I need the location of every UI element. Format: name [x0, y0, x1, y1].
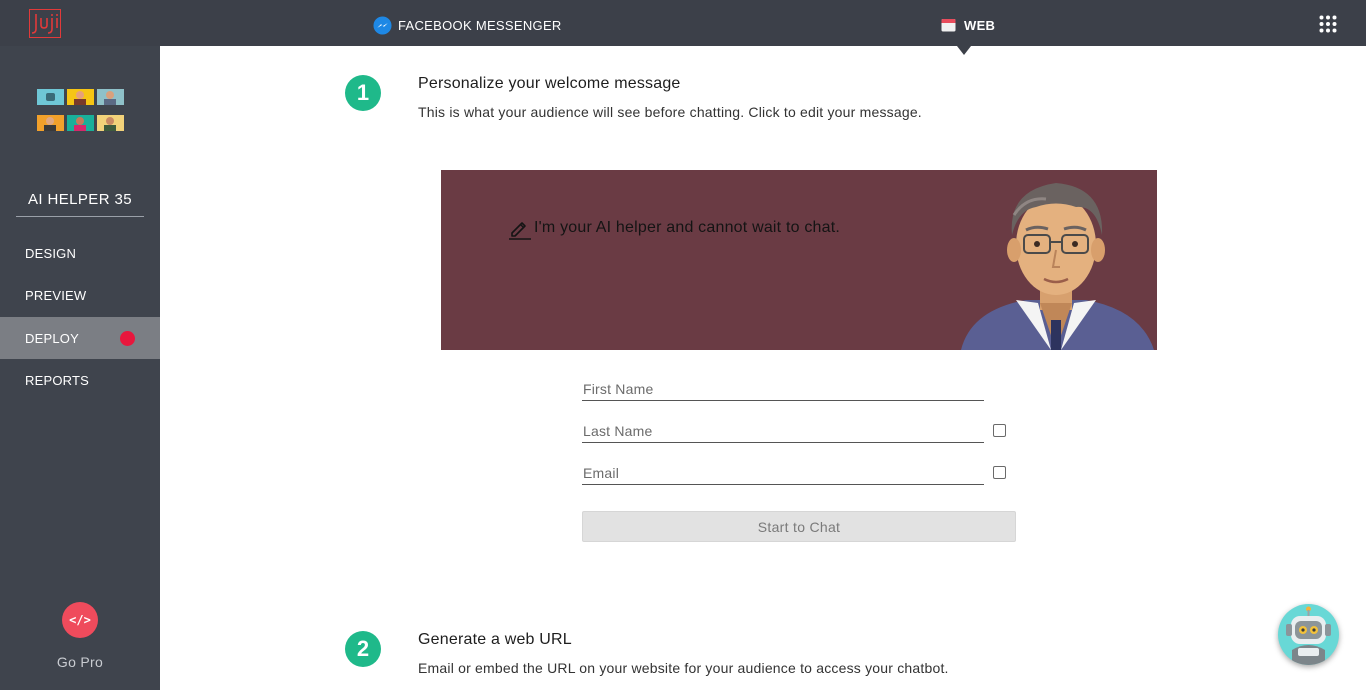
step-2-number: 2 [356, 636, 370, 661]
sidebar-item-deploy[interactable]: DEPLOY [0, 317, 160, 359]
step-2-description: Email or embed the URL on your website f… [418, 660, 949, 676]
go-pro-icon-text: </> [69, 613, 91, 627]
step-2-badge: 2 [345, 631, 381, 667]
bot-avatar-collage[interactable] [37, 89, 124, 131]
chatbot-launcher[interactable] [1278, 604, 1339, 665]
last-name-checkbox[interactable] [993, 424, 1006, 437]
bot-name: AI HELPER 35 [16, 191, 144, 217]
juji-logo[interactable] [29, 9, 61, 38]
welcome-message-text: I'm your AI helper and cannot wait to ch… [534, 219, 841, 236]
first-name-field[interactable] [582, 377, 984, 401]
welcome-banner: I'm your AI helper and cannot wait to ch… [441, 170, 1157, 350]
step-1-number: 1 [356, 80, 370, 105]
sidebar-item-preview[interactable]: PREVIEW [0, 274, 160, 316]
step-1-badge: 1 [345, 75, 381, 111]
tab-facebook-messenger-label: FACEBOOK MESSENGER [398, 17, 562, 33]
start-chat-button[interactable]: Start to Chat [582, 511, 1016, 542]
active-tab-pointer [957, 46, 971, 55]
top-bar: FACEBOOK MESSENGER WEB [0, 0, 1366, 55]
sidebar-item-label: REPORTS [25, 372, 90, 388]
welcome-message-editor[interactable]: I'm your AI helper and cannot wait to ch… [507, 216, 840, 240]
messenger-icon [373, 15, 392, 35]
sidebar-item-design[interactable]: DESIGN [0, 232, 160, 274]
step-1-title: Personalize your welcome message [418, 75, 681, 92]
email-checkbox[interactable] [993, 466, 1006, 479]
calendar-icon [941, 19, 956, 32]
sidebar-item-label: DESIGN [25, 245, 77, 261]
robot-icon [1286, 606, 1331, 665]
go-pro-link[interactable]: Go Pro [0, 654, 160, 670]
tab-facebook-messenger[interactable]: FACEBOOK MESSENGER [373, 15, 562, 35]
step-2-title: Generate a web URL [418, 631, 572, 648]
sidebar-item-reports[interactable]: REPORTS [0, 359, 160, 401]
pencil-icon [509, 222, 531, 240]
code-icon[interactable]: </> [62, 602, 98, 638]
grid-icon[interactable] [1319, 15, 1337, 33]
tab-web[interactable]: WEB [941, 15, 995, 35]
tab-web-label: WEB [964, 17, 996, 33]
last-name-field[interactable] [582, 419, 984, 443]
ai-helper-avatar [961, 183, 1154, 350]
sidebar-item-label: PREVIEW [25, 287, 87, 303]
sidebar-item-label: DEPLOY [25, 330, 79, 346]
status-dot [120, 331, 135, 346]
step-1-description: This is what your audience will see befo… [418, 104, 922, 120]
sidebar: AI HELPER 35 DESIGN PREVIEW DEPLOY REPOR… [0, 46, 160, 690]
email-field[interactable] [582, 461, 984, 485]
